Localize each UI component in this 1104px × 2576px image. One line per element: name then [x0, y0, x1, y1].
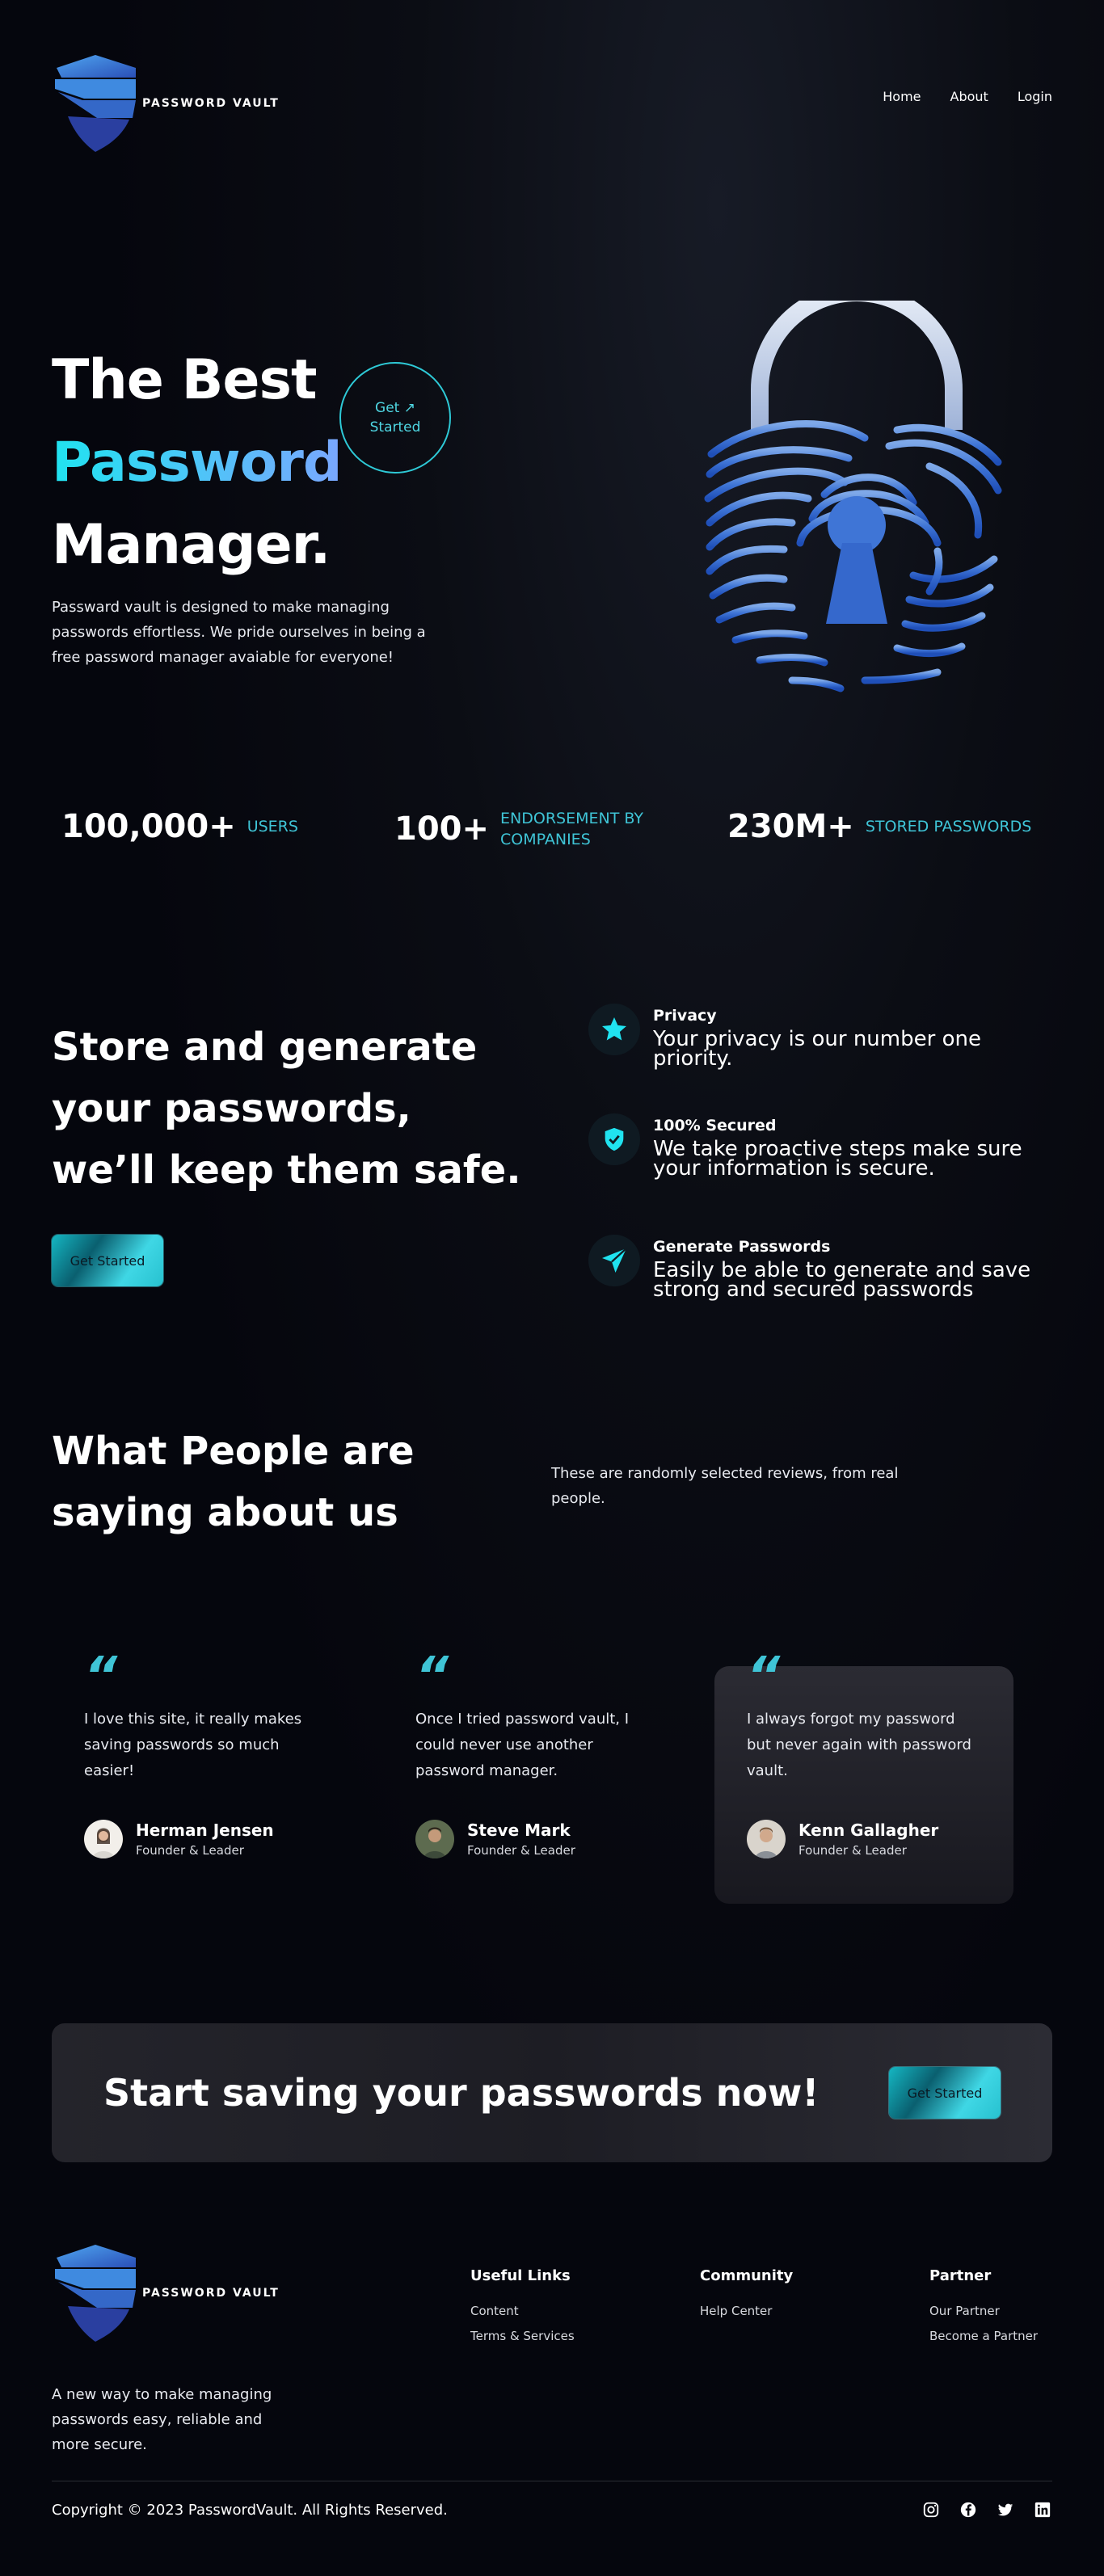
avatar: [84, 1820, 123, 1858]
features-title-line1: Store and generate your passwords,: [52, 1025, 478, 1131]
review-card: “ I love this site, it really makes savi…: [52, 1647, 351, 1904]
footer-link-help-center[interactable]: Help Center: [700, 2299, 793, 2324]
footer-link-terms[interactable]: Terms & Services: [470, 2324, 575, 2349]
author-role: Founder & Leader: [467, 1843, 575, 1858]
footer-column-partner: Partner Our Partner Become a Partner: [929, 2267, 1038, 2349]
shield-logo-icon: [55, 2245, 136, 2342]
instagram-icon[interactable]: [921, 2500, 941, 2519]
feature-privacy: Privacy Your privacy is our number one p…: [588, 1004, 1057, 1071]
footer-logo[interactable]: PASSWORD VAULT: [52, 2243, 286, 2343]
author-name: Steve Mark: [467, 1820, 571, 1840]
footer-link-content[interactable]: Content: [470, 2299, 575, 2324]
avatar: [415, 1820, 454, 1858]
get-started-circle-label: Get ↗ Started: [369, 400, 421, 436]
review-card: “ Once I tried password vault, I could n…: [383, 1647, 682, 1904]
hero-title-line3: Manager.: [52, 513, 331, 577]
footer-description: A new way to make managing passwords eas…: [52, 2386, 272, 2453]
brand-name: PASSWORD VAULT: [142, 2287, 280, 2300]
brand-name: PASSWORD VAULT: [142, 97, 280, 110]
stat-number: 100+: [394, 810, 490, 848]
footer-column-title: Partner: [929, 2267, 992, 2284]
feature-text: Your privacy is our number one priority.: [653, 1027, 981, 1071]
review-author: Herman Jensen Founder & Leader: [84, 1820, 274, 1858]
reviews-subtitle: These are randomly selected reviews, fro…: [551, 1465, 899, 1507]
review-text: I always forgot my password but never ag…: [747, 1711, 971, 1779]
footer-column-useful-links: Useful Links Content Terms & Services: [470, 2267, 575, 2349]
author-role: Founder & Leader: [136, 1843, 244, 1858]
top-nav: Home About Login: [883, 89, 1052, 104]
nav-login[interactable]: Login: [1018, 89, 1052, 104]
features-title: Store and generate your passwords, we’ll…: [52, 1017, 569, 1201]
nav-home[interactable]: Home: [883, 89, 921, 104]
stat-label: STORED PASSWORDS: [865, 818, 1032, 836]
stat-number: 230M+: [727, 808, 854, 845]
hero-description: Passward vault is designed to make manag…: [52, 599, 426, 666]
shield-check-icon: [588, 1113, 640, 1165]
avatar: [747, 1820, 786, 1858]
hero-title: The Best Password Manager.: [52, 339, 343, 587]
author-role: Founder & Leader: [799, 1843, 907, 1858]
stat-users: 100,000+ USERS: [61, 808, 298, 845]
linkedin-icon[interactable]: [1033, 2500, 1052, 2519]
footer-column-community: Community Help Center: [700, 2267, 793, 2324]
author-name: Herman Jensen: [136, 1820, 274, 1840]
stat-endorsements: 100+ ENDORSEMENT BY COMPANIES: [394, 808, 654, 850]
stat-label: USERS: [247, 818, 298, 836]
copyright: Copyright © 2023 PasswordVault. All Righ…: [52, 2502, 448, 2519]
review-author: Kenn Gallagher Founder & Leader: [747, 1820, 938, 1858]
author-name: Kenn Gallagher: [799, 1820, 939, 1840]
send-icon: [588, 1235, 640, 1286]
review-author: Steve Mark Founder & Leader: [415, 1820, 575, 1858]
stat-stored-passwords: 230M+ STORED PASSWORDS: [727, 808, 1031, 845]
feature-title: Generate Passwords: [653, 1238, 831, 1256]
fingerprint-lock-illustration: [704, 301, 1002, 692]
feature-secured: 100% Secured We take proactive steps mak…: [588, 1113, 1057, 1181]
footer-link-become-partner[interactable]: Become a Partner: [929, 2324, 1038, 2349]
review-text: I love this site, it really makes saving…: [84, 1711, 302, 1779]
feature-text: Easily be able to generate and save stro…: [653, 1258, 1031, 1302]
facebook-icon[interactable]: [959, 2500, 978, 2519]
footer-link-our-partner[interactable]: Our Partner: [929, 2299, 1038, 2324]
hero-title-line2: Password: [52, 422, 343, 504]
get-started-circle-button[interactable]: Get ↗ Started: [339, 362, 451, 474]
shield-logo-icon: [55, 55, 136, 152]
header-logo[interactable]: PASSWORD VAULT: [52, 53, 286, 154]
reviews-title: What People are saying about us: [52, 1429, 415, 1535]
feature-text: We take proactive steps make sure your i…: [653, 1137, 1022, 1181]
feature-title: 100% Secured: [653, 1117, 777, 1134]
stat-label: ENDORSEMENT BY COMPANIES: [500, 810, 643, 848]
footer-column-title: Community: [700, 2267, 794, 2284]
features-title-line2: we’ll keep them safe.: [52, 1147, 521, 1193]
footer-column-title: Useful Links: [470, 2267, 571, 2284]
review-text: Once I tried password vault, I could nev…: [415, 1711, 630, 1779]
quote-icon: “: [415, 1647, 449, 1707]
social-links: [921, 2500, 1052, 2519]
stat-number: 100,000+: [61, 808, 236, 845]
star-icon: [588, 1004, 640, 1055]
hero-title-line1: The Best: [52, 348, 318, 412]
twitter-icon[interactable]: [996, 2500, 1015, 2519]
review-card-highlighted: “ I always forgot my password but never …: [714, 1647, 1013, 1904]
get-started-button[interactable]: Get Started: [52, 1235, 163, 1286]
feature-title: Privacy: [653, 1007, 717, 1025]
cta-banner-title: Start saving your passwords now!: [103, 2071, 820, 2115]
cta-banner: Start saving your passwords now! Get Sta…: [52, 2023, 1052, 2162]
quote-icon: “: [747, 1647, 781, 1707]
nav-about[interactable]: About: [950, 89, 988, 104]
quote-icon: “: [84, 1647, 118, 1707]
feature-generate: Generate Passwords Easily be able to gen…: [588, 1235, 1057, 1302]
cta-banner-button[interactable]: Get Started: [889, 2067, 1001, 2119]
